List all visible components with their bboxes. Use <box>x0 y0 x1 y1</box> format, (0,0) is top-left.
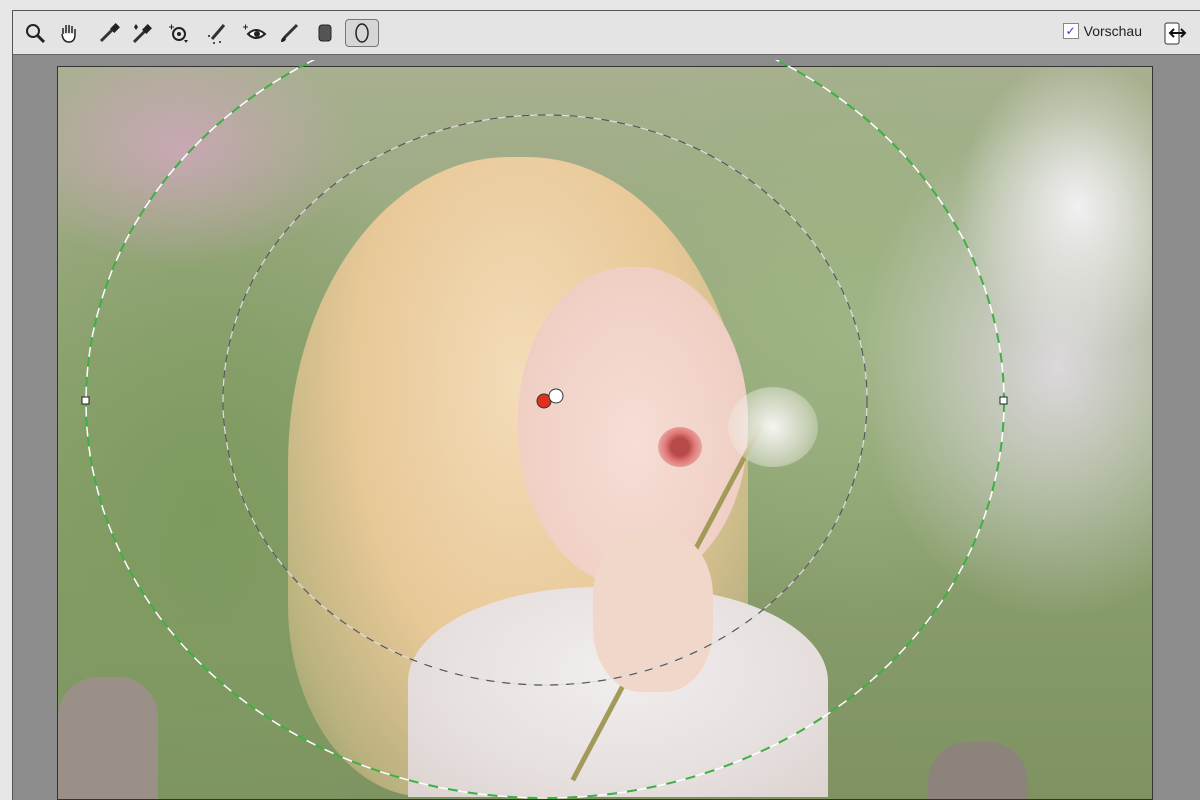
swap-arrows-icon <box>1164 22 1187 45</box>
photo-preview[interactable] <box>57 66 1153 800</box>
brush-icon <box>281 23 299 42</box>
magnifier-icon <box>26 24 46 44</box>
healing-brush-icon <box>208 24 226 44</box>
eyedropper-icon <box>99 23 120 43</box>
eye-icon <box>243 24 267 39</box>
targeted-adjustment-tool[interactable] <box>165 19 193 47</box>
toggle-fullscreen-button[interactable] <box>1162 21 1188 47</box>
red-eye-tool[interactable] <box>241 19 269 47</box>
preview-label: Vorschau <box>1083 23 1142 39</box>
color-sampler-tool[interactable] <box>127 19 155 47</box>
gradient-icon <box>318 24 332 42</box>
fence-post <box>58 677 158 799</box>
hand-icon <box>61 25 76 43</box>
radial-filter-tool[interactable] <box>345 19 379 47</box>
toolbar: ✓ Vorschau <box>12 10 1200 55</box>
white-balance-tool[interactable] <box>95 19 123 47</box>
ellipse-icon <box>355 23 369 43</box>
resize-handle-left[interactable] <box>81 396 90 405</box>
subject-lips <box>658 427 702 467</box>
graduated-filter-tool[interactable] <box>311 19 339 47</box>
fence-post <box>928 742 1028 799</box>
resize-handle-right[interactable] <box>999 396 1008 405</box>
adjustment-brush-tool[interactable] <box>275 19 303 47</box>
hand-tool[interactable] <box>55 19 83 47</box>
zoom-tool[interactable] <box>21 19 49 47</box>
preview-checkbox[interactable]: ✓ <box>1062 23 1079 39</box>
preview-toggle[interactable]: ✓ Vorschau <box>1062 23 1142 39</box>
target-icon <box>169 24 188 43</box>
spot-removal-tool[interactable] <box>203 19 231 47</box>
subject-hand <box>593 532 713 692</box>
filter-pin[interactable] <box>548 388 564 404</box>
dandelion-head <box>728 387 818 467</box>
eyedropper-plus-icon <box>132 24 152 44</box>
